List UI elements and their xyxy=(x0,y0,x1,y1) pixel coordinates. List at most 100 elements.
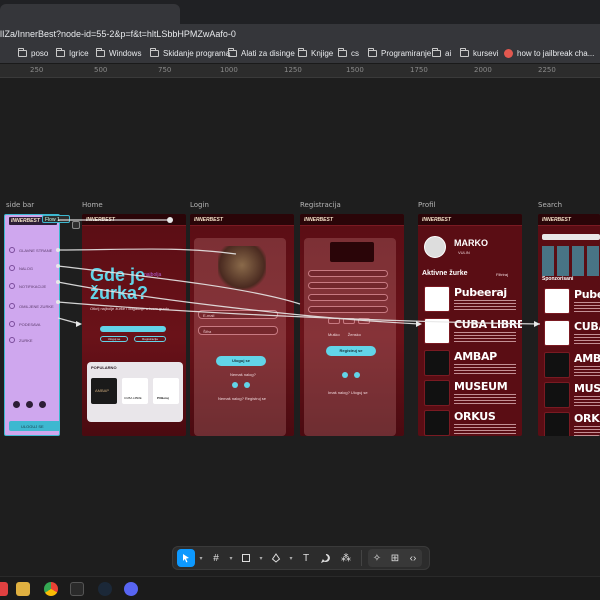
bookmark-cs[interactable]: cs xyxy=(338,48,359,58)
list-item[interactable]: CUBA xyxy=(540,318,600,348)
rectangle-tool-icon[interactable] xyxy=(237,549,255,567)
chevron-down-icon[interactable]: ▾ xyxy=(287,549,295,567)
steam-icon[interactable] xyxy=(98,582,112,596)
pen-tool-icon[interactable] xyxy=(267,549,285,567)
list-item[interactable]: MUSE xyxy=(540,380,600,410)
sidebar-item-omiljene[interactable]: OMILJENE ZURKE xyxy=(9,303,54,309)
browser-tab[interactable] xyxy=(0,4,180,24)
frame-label-profil[interactable]: Profil xyxy=(418,201,435,209)
reg-field[interactable] xyxy=(308,294,388,301)
instagram-icon[interactable] xyxy=(13,401,20,408)
inspect-tool-icon[interactable]: ⊞ xyxy=(386,549,404,567)
home-frame[interactable]: INNERBEST Gde je žurka? najbolja Otkrij … xyxy=(82,214,186,436)
frame-label-search[interactable]: Search xyxy=(538,201,562,209)
reg-footer[interactable]: Imaš nalog? Uloguj se xyxy=(328,390,368,395)
bookmark-knjige[interactable]: Knjige xyxy=(298,48,333,58)
frame-label-home[interactable]: Home xyxy=(82,201,103,209)
search-input[interactable] xyxy=(542,234,600,240)
popular-card: POPULARNO AMBAP CUBA LIBRE PUBeraj xyxy=(87,362,183,422)
reg-month-field[interactable] xyxy=(343,318,355,324)
list-item[interactable]: CUBA LIBRE xyxy=(420,316,522,346)
reg-year-field[interactable] xyxy=(358,318,370,324)
frame-label-side-bar[interactable]: side bar xyxy=(6,201,34,209)
list-item[interactable]: ORKUS xyxy=(420,408,520,436)
search-filter-chips[interactable] xyxy=(542,246,600,276)
facebook-login-icon[interactable] xyxy=(244,382,250,388)
file-explorer-icon[interactable] xyxy=(16,582,30,596)
side-bar-frame[interactable]: INNERBEST 2 GLAVNE STRANE NALOG NOTIFIKA… xyxy=(4,214,60,436)
comment-tool-icon[interactable] xyxy=(317,549,335,567)
flow-play-icon[interactable] xyxy=(72,221,80,229)
profil-frame[interactable]: INNERBEST MARKO VULIN Aktivne žurke Filt… xyxy=(418,214,522,436)
reg-field[interactable] xyxy=(308,282,388,289)
frame-label-login[interactable]: Login xyxy=(190,201,209,209)
frame-label-registracija[interactable]: Registracija xyxy=(300,201,341,209)
sidebar-item-notifikacije[interactable]: NOTIFIKACIJE xyxy=(9,283,46,289)
gender-female-option[interactable]: Žensko xyxy=(348,332,361,337)
flow-starting-point[interactable]: Flow 1 xyxy=(42,215,70,223)
discord-icon[interactable] xyxy=(124,582,138,596)
design-canvas[interactable]: side bar Home Login Registracija Profil … xyxy=(0,78,600,576)
google-icon[interactable] xyxy=(342,372,348,378)
login-submit-button[interactable]: Uloguj se xyxy=(216,356,266,366)
chevron-down-icon[interactable]: ▾ xyxy=(197,549,205,567)
sidebar-item-glavne[interactable]: GLAVNE STRANE xyxy=(9,247,52,253)
gender-male-option[interactable]: Muško xyxy=(328,332,340,337)
bookmark-alati[interactable]: Alati za disinge xyxy=(228,48,295,58)
reg-day-field[interactable] xyxy=(328,318,340,324)
bookmark-windows[interactable]: Windows xyxy=(96,48,141,58)
profile-filter[interactable]: Filtriraj xyxy=(496,272,508,277)
search-frame[interactable]: INNERBEST Sponzorisani Pube CUBA AMBA MU… xyxy=(538,214,600,436)
chrome-icon[interactable] xyxy=(44,582,58,596)
list-item[interactable]: AMBA xyxy=(540,350,600,380)
login-password-field[interactable]: Šifra xyxy=(198,326,278,335)
app-icon[interactable] xyxy=(0,582,8,596)
list-item[interactable]: AMBAP xyxy=(420,348,520,378)
epic-games-icon[interactable] xyxy=(70,582,84,596)
chevron-down-icon[interactable]: ▾ xyxy=(257,549,265,567)
bookmark-poso[interactable]: poso xyxy=(18,48,48,58)
bookmark-programiranje[interactable]: Programiranje xyxy=(368,48,431,58)
login-frame[interactable]: INNERBEST E-mail Šifra Uloguj se Nemaš n… xyxy=(190,214,294,436)
bookmark-igrice[interactable]: Igrice xyxy=(56,48,89,58)
registracija-frame[interactable]: INNERBEST Muško Žensko Registruj se Imaš… xyxy=(300,214,404,436)
sidebar-login-button[interactable]: ULOGUJ SE xyxy=(9,421,59,431)
sidebar-item-zurke[interactable]: ZURKE xyxy=(9,337,33,343)
login-email-field[interactable]: E-mail xyxy=(198,310,278,319)
frame-tool-icon[interactable]: # xyxy=(207,549,225,567)
url-text[interactable]: lIZa/InnerBest?node-id=55-2&p=f&t=hltLSb… xyxy=(0,29,236,39)
home-register-button[interactable]: Registracija xyxy=(134,336,166,342)
bookmark-ai[interactable]: ai xyxy=(432,48,451,58)
reg-field[interactable] xyxy=(308,270,388,277)
list-item[interactable]: Pube xyxy=(540,286,600,316)
popular-thumb-pub[interactable]: PUBeraj xyxy=(153,378,179,404)
bookmark-skidanje[interactable]: Skidanje programa xyxy=(150,48,230,58)
ai-tool-icon[interactable]: ✧ xyxy=(368,549,386,567)
popular-thumb-ambap[interactable]: AMBAP xyxy=(91,378,117,404)
sidebar-item-nalog[interactable]: NALOG xyxy=(9,265,33,271)
move-tool-icon[interactable] xyxy=(177,549,195,567)
address-bar[interactable]: lIZa/InnerBest?node-id=55-2&p=f&t=hltLSb… xyxy=(0,24,600,46)
connection-line[interactable] xyxy=(57,317,81,325)
chevron-down-icon[interactable]: ▾ xyxy=(227,549,235,567)
reg-field[interactable] xyxy=(308,306,388,313)
login-footer[interactable]: Nemaš nalog? Registruj se xyxy=(218,396,266,401)
code-tool-icon[interactable]: ‹› xyxy=(404,549,422,567)
list-item[interactable]: MUSEUM xyxy=(420,378,520,408)
register-submit-button[interactable]: Registruj se xyxy=(326,346,376,356)
tiktok-icon[interactable] xyxy=(39,401,46,408)
facebook-login-icon[interactable] xyxy=(354,372,360,378)
facebook-icon[interactable] xyxy=(26,401,33,408)
popular-thumb-cuba[interactable]: CUBA LIBRE xyxy=(122,378,148,404)
bookmark-jailbreak[interactable]: how to jailbreak cha... xyxy=(504,49,594,58)
sidebar-item-podesava[interactable]: PODESAVA xyxy=(9,321,40,327)
profile-avatar[interactable] xyxy=(424,236,446,258)
text-tool-icon[interactable]: T xyxy=(297,549,315,567)
bookmark-kursevi[interactable]: kursevi xyxy=(460,48,498,58)
list-item[interactable]: ORKU xyxy=(540,410,600,436)
home-login-button[interactable]: Uloguj se xyxy=(100,336,128,342)
home-search-bar[interactable] xyxy=(100,326,166,332)
google-icon[interactable] xyxy=(232,382,238,388)
actions-tool-icon[interactable]: ⁂ xyxy=(337,549,355,567)
list-item[interactable]: Pubeeraj xyxy=(420,284,520,314)
